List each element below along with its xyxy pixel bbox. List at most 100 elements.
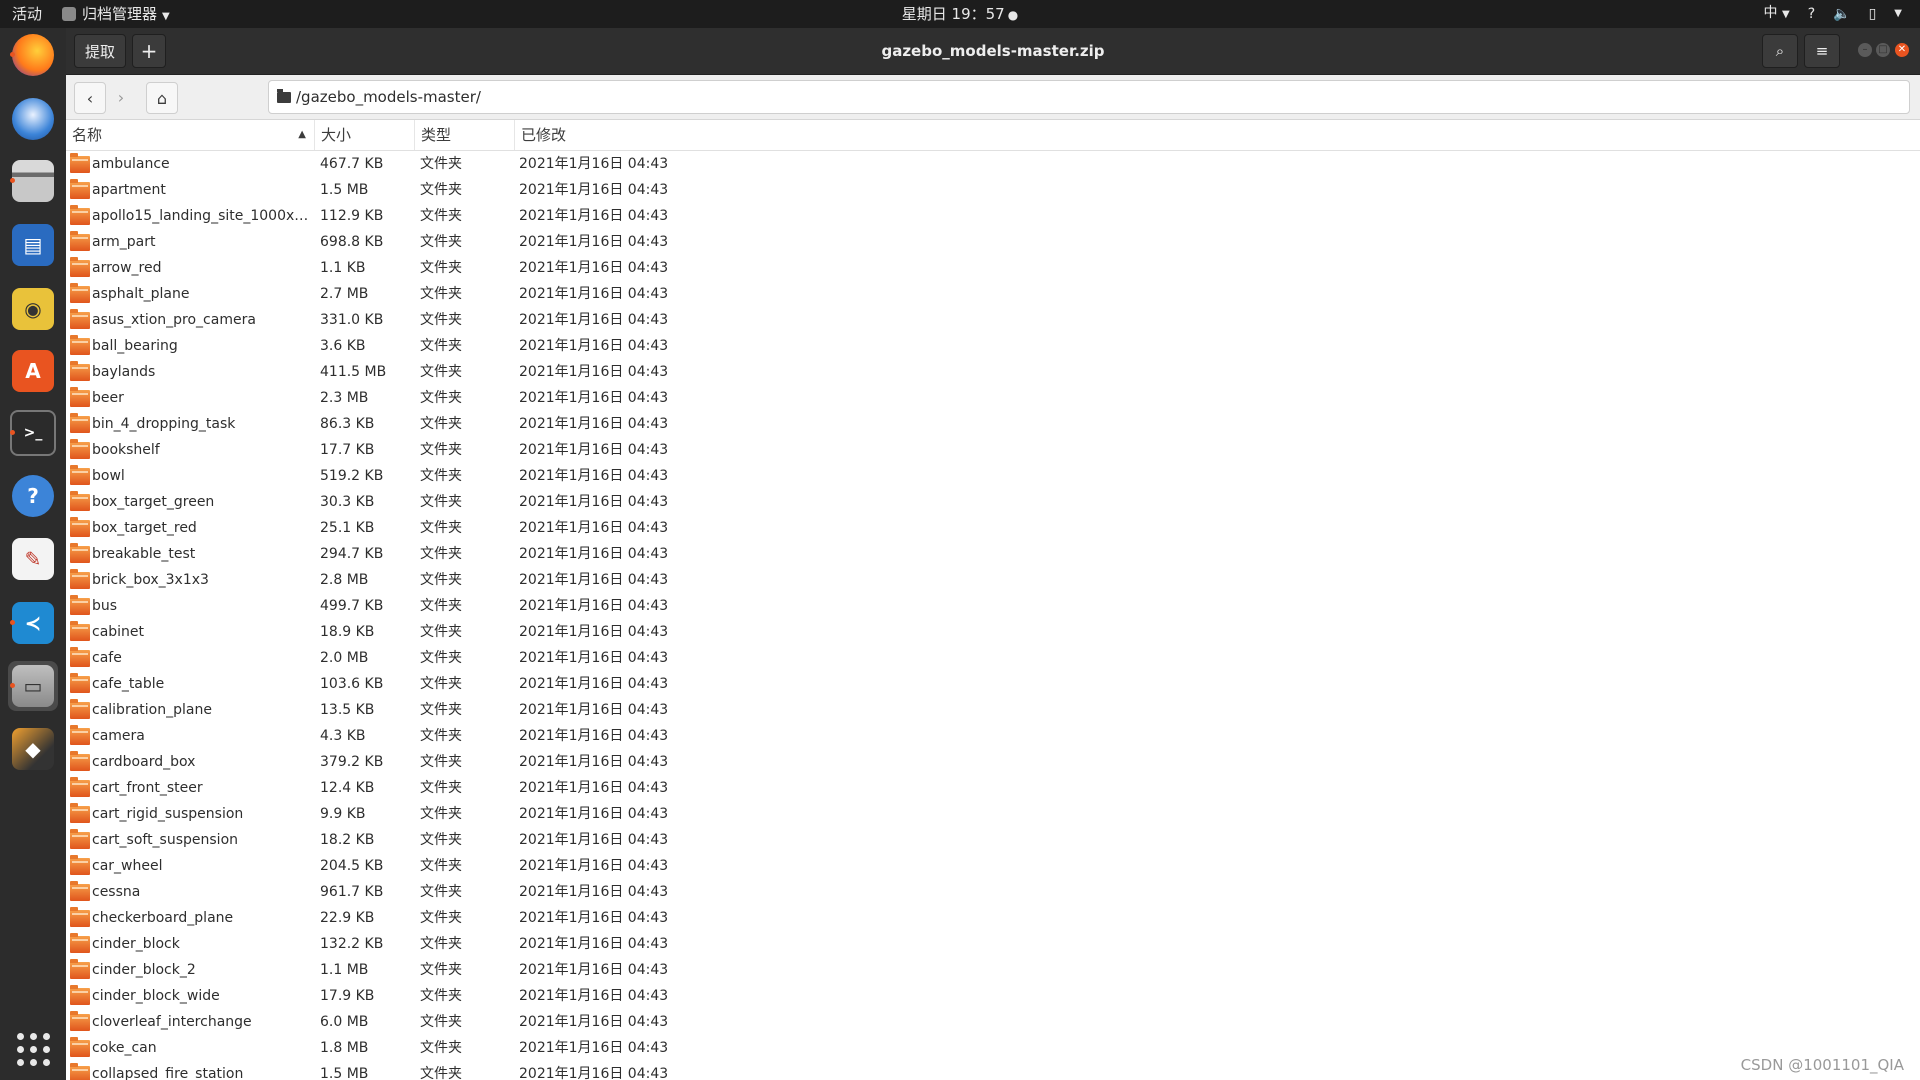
file-name: bookshelf — [92, 442, 160, 458]
column-header-size[interactable]: 大小 — [315, 120, 415, 150]
file-modified: 2021年1月16日 04:43 — [519, 702, 669, 718]
files-icon[interactable] — [8, 156, 58, 206]
table-row[interactable]: cart_front_steer 12.4 KB 文件夹 2021年1月16日 04:… — [66, 775, 1920, 801]
file-size: 6.0 MB — [320, 1014, 369, 1030]
file-modified: 2021年1月16日 04:43 — [519, 312, 669, 328]
thunderbird-icon[interactable] — [8, 94, 58, 144]
close-button[interactable]: ✕ — [1895, 43, 1909, 57]
table-row[interactable]: apollo15_landing_site_1000x1... 112.9 KB 文… — [66, 203, 1920, 229]
virtualbox-icon[interactable]: ◆ — [8, 724, 58, 774]
table-row[interactable]: baylands 411.5 MB 文件夹 2021年1月16日 04:43 — [66, 359, 1920, 385]
terminal-icon[interactable]: >_ — [8, 408, 58, 458]
table-row[interactable]: bus 499.7 KB 文件夹 2021年1月16日 04:43 — [66, 593, 1920, 619]
file-modified: 2021年1月16日 04:43 — [519, 728, 669, 744]
table-row[interactable]: arm_part 698.8 KB 文件夹 2021年1月16日 04:43 — [66, 229, 1920, 255]
file-modified: 2021年1月16日 04:43 — [519, 676, 669, 692]
table-row[interactable]: cart_soft_suspension 18.2 KB 文件夹 2021年1月16日… — [66, 827, 1920, 853]
table-row[interactable]: calibration_plane 13.5 KB 文件夹 2021年1月16日 04… — [66, 697, 1920, 723]
table-row[interactable]: box_target_green 30.3 KB 文件夹 2021年1月16日 04:… — [66, 489, 1920, 515]
file-list[interactable]: 名称 ▲ 大小 类型 已修改 ambulance 467.7 KB 文件夹 2021年1… — [66, 120, 1920, 1080]
table-row[interactable]: cart_rigid_suspension 9.9 KB 文件夹 2021年1月16日… — [66, 801, 1920, 827]
table-row[interactable]: breakable_test 294.7 KB 文件夹 2021年1月16日 04:4… — [66, 541, 1920, 567]
table-row[interactable]: checkerboard_plane 22.9 KB 文件夹 2021年1月16日 0… — [66, 905, 1920, 931]
file-name: collapsed_fire_station — [92, 1066, 244, 1080]
writer-icon[interactable]: ▤ — [8, 220, 58, 270]
table-row[interactable]: coke_can 1.8 MB 文件夹 2021年1月16日 04:43 — [66, 1035, 1920, 1061]
table-row[interactable]: cafe 2.0 MB 文件夹 2021年1月16日 04:43 — [66, 645, 1920, 671]
file-name: cafe_table — [92, 676, 165, 692]
column-header-name[interactable]: 名称 ▲ — [66, 120, 315, 150]
file-name: bus — [92, 598, 118, 614]
file-modified: 2021年1月16日 04:43 — [519, 1040, 669, 1056]
table-row[interactable]: box_target_red 25.1 KB 文件夹 2021年1月16日 04:43 — [66, 515, 1920, 541]
file-name: asphalt_plane — [92, 286, 190, 302]
battery-icon[interactable]: ▯ — [1869, 0, 1877, 28]
search-button[interactable]: ⌕ — [1762, 34, 1798, 68]
file-name: cabinet — [92, 624, 145, 640]
folder-icon — [70, 309, 90, 329]
help-icon[interactable]: ? — [8, 471, 58, 521]
table-row[interactable]: cafe_table 103.6 KB 文件夹 2021年1月16日 04:43 — [66, 671, 1920, 697]
column-header-type[interactable]: 类型 — [415, 120, 515, 150]
file-size: 2.7 MB — [320, 286, 369, 302]
clock[interactable]: 星期日 19：57 ● — [0, 0, 1920, 28]
home-button[interactable]: ⌂ — [146, 82, 178, 114]
file-modified: 2021年1月16日 04:43 — [519, 1066, 669, 1080]
file-name: coke_can — [92, 1040, 157, 1056]
file-modified: 2021年1月16日 04:43 — [519, 338, 669, 354]
firefox-icon[interactable] — [8, 30, 58, 80]
path-field[interactable]: /gazebo_models-master/ — [268, 80, 1910, 114]
folder-icon — [70, 387, 90, 407]
back-button[interactable]: ‹ — [74, 82, 106, 114]
hamburger-menu-button[interactable]: ≡ — [1804, 34, 1840, 68]
file-name: apartment — [92, 182, 166, 198]
folder-icon — [70, 699, 90, 719]
file-modified: 2021年1月16日 04:43 — [519, 416, 669, 432]
table-row[interactable]: collapsed_fire_station 1.5 MB 文件夹 2021年1月16… — [66, 1061, 1920, 1080]
show-apps-icon[interactable] — [8, 1024, 58, 1074]
add-files-button[interactable]: + — [132, 34, 166, 68]
help-icon[interactable]: ? — [1808, 0, 1815, 28]
table-row[interactable]: ambulance 467.7 KB 文件夹 2021年1月16日 04:43 — [66, 151, 1920, 177]
folder-icon — [70, 517, 90, 537]
folder-icon — [70, 803, 90, 823]
rhythmbox-icon[interactable]: ◉ — [8, 284, 58, 334]
table-row[interactable]: camera 4.3 KB 文件夹 2021年1月16日 04:43 — [66, 723, 1920, 749]
text-editor-icon[interactable]: ✎ — [8, 534, 58, 584]
table-row[interactable]: car_wheel 204.5 KB 文件夹 2021年1月16日 04:43 — [66, 853, 1920, 879]
table-row[interactable]: cardboard_box 379.2 KB 文件夹 2021年1月16日 04:43 — [66, 749, 1920, 775]
table-row[interactable]: cloverleaf_interchange 6.0 MB 文件夹 2021年1月16… — [66, 1009, 1920, 1035]
table-row[interactable]: beer 2.3 MB 文件夹 2021年1月16日 04:43 — [66, 385, 1920, 411]
folder-icon — [70, 335, 90, 355]
vscode-icon[interactable]: ≺ — [8, 598, 58, 648]
column-header: 名称 ▲ 大小 类型 已修改 — [66, 120, 1920, 151]
table-row[interactable]: cabinet 18.9 KB 文件夹 2021年1月16日 04:43 — [66, 619, 1920, 645]
table-row[interactable]: ball_bearing 3.6 KB 文件夹 2021年1月16日 04:43 — [66, 333, 1920, 359]
file-modified: 2021年1月16日 04:43 — [519, 468, 669, 484]
volume-icon[interactable]: 🔈 — [1833, 0, 1850, 28]
table-row[interactable]: arrow_red 1.1 KB 文件夹 2021年1月16日 04:43 — [66, 255, 1920, 281]
table-row[interactable]: cinder_block_2 1.1 MB 文件夹 2021年1月16日 04:43 — [66, 957, 1920, 983]
table-row[interactable]: asphalt_plane 2.7 MB 文件夹 2021年1月16日 04:43 — [66, 281, 1920, 307]
archive-manager-icon[interactable]: ▭ — [8, 661, 58, 711]
table-row[interactable]: cessna 961.7 KB 文件夹 2021年1月16日 04:43 — [66, 879, 1920, 905]
forward-button[interactable]: › — [106, 82, 136, 112]
table-row[interactable]: brick_box_3x1x3 2.8 MB 文件夹 2021年1月16日 04:43 — [66, 567, 1920, 593]
maximize-button[interactable]: □ — [1876, 43, 1890, 57]
table-row[interactable]: bookshelf 17.7 KB 文件夹 2021年1月16日 04:43 — [66, 437, 1920, 463]
extract-button[interactable]: 提取 — [74, 34, 126, 68]
table-row[interactable]: asus_xtion_pro_camera 331.0 KB 文件夹 2021年1月1… — [66, 307, 1920, 333]
table-row[interactable]: apartment 1.5 MB 文件夹 2021年1月16日 04:43 — [66, 177, 1920, 203]
minimize-button[interactable]: – — [1858, 43, 1872, 57]
table-row[interactable]: bin_4_dropping_task 86.3 KB 文件夹 2021年1月16日 … — [66, 411, 1920, 437]
table-row[interactable]: bowl 519.2 KB 文件夹 2021年1月16日 04:43 — [66, 463, 1920, 489]
system-tray[interactable]: 中 ▼ ? 🔈 ▯ ▼ — [1764, 0, 1902, 28]
software-icon[interactable]: A — [8, 346, 58, 396]
top-bar: 活动 归档管理器 ▼ 星期日 19：57 ● 中 ▼ ? 🔈 ▯ ▼ — [0, 0, 1920, 28]
input-method-indicator[interactable]: 中 ▼ — [1764, 0, 1790, 29]
system-menu-chevron-icon[interactable]: ▼ — [1894, 0, 1902, 28]
file-name: cessna — [92, 884, 141, 900]
table-row[interactable]: cinder_block_wide 17.9 KB 文件夹 2021年1月16日 04… — [66, 983, 1920, 1009]
column-header-modified[interactable]: 已修改 — [515, 120, 755, 150]
table-row[interactable]: cinder_block 132.2 KB 文件夹 2021年1月16日 04:43 — [66, 931, 1920, 957]
